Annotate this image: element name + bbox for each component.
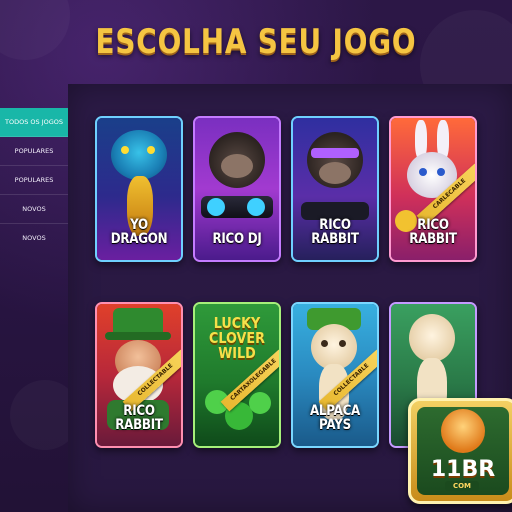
game-card-lucky-clover-wild[interactable]: LUCKY CLOVER WILD CARTAXOLEGABLE	[193, 302, 281, 448]
tab-todos-os-jogos[interactable]: TODOS OS JOGOS	[0, 108, 68, 137]
game-title: RICO RABBIT	[409, 217, 457, 247]
tab-novos-2[interactable]: NOVOS	[0, 224, 68, 252]
game-card-rico-rabbit-3[interactable]: COLLECTABLE RICO RABBIT	[95, 302, 183, 448]
game-title: RICO RABBIT	[115, 403, 163, 433]
game-card-alpaca-pays[interactable]: COLLECTABLE ALPACA PAYS	[291, 302, 379, 448]
game-card-rico-dj[interactable]: RICO DJ	[193, 116, 281, 262]
game-card-rico-rabbit-2[interactable]: CARLECABLE RICO RABBIT	[389, 116, 477, 262]
tab-novos[interactable]: NOVOS	[0, 195, 68, 224]
brand-logo[interactable]: 11BR COM	[408, 398, 512, 504]
game-card-rico-rabbit-1[interactable]: RICO RABBIT	[291, 116, 379, 262]
game-title: LUCKY CLOVER WILD	[209, 314, 265, 362]
category-sidebar: TODOS OS JOGOS POPULARES POPULARES NOVOS…	[0, 108, 68, 252]
tiger-mascot-icon	[441, 409, 485, 453]
brand-mark: 11BR	[430, 457, 496, 482]
brand-domain: COM	[445, 481, 479, 491]
game-title: RICO DJ	[212, 231, 262, 247]
page-title: ESCOLHA SEU JOGO	[95, 22, 417, 62]
tab-populares[interactable]: POPULARES	[0, 137, 68, 166]
game-title: YO DRAGON	[110, 217, 168, 247]
game-card-yo-dragon[interactable]: YO DRAGON	[95, 116, 183, 262]
tab-populares-2[interactable]: POPULARES	[0, 166, 68, 195]
game-title: RICO RABBIT	[311, 217, 359, 247]
game-title: ALPACA PAYS	[309, 403, 361, 433]
